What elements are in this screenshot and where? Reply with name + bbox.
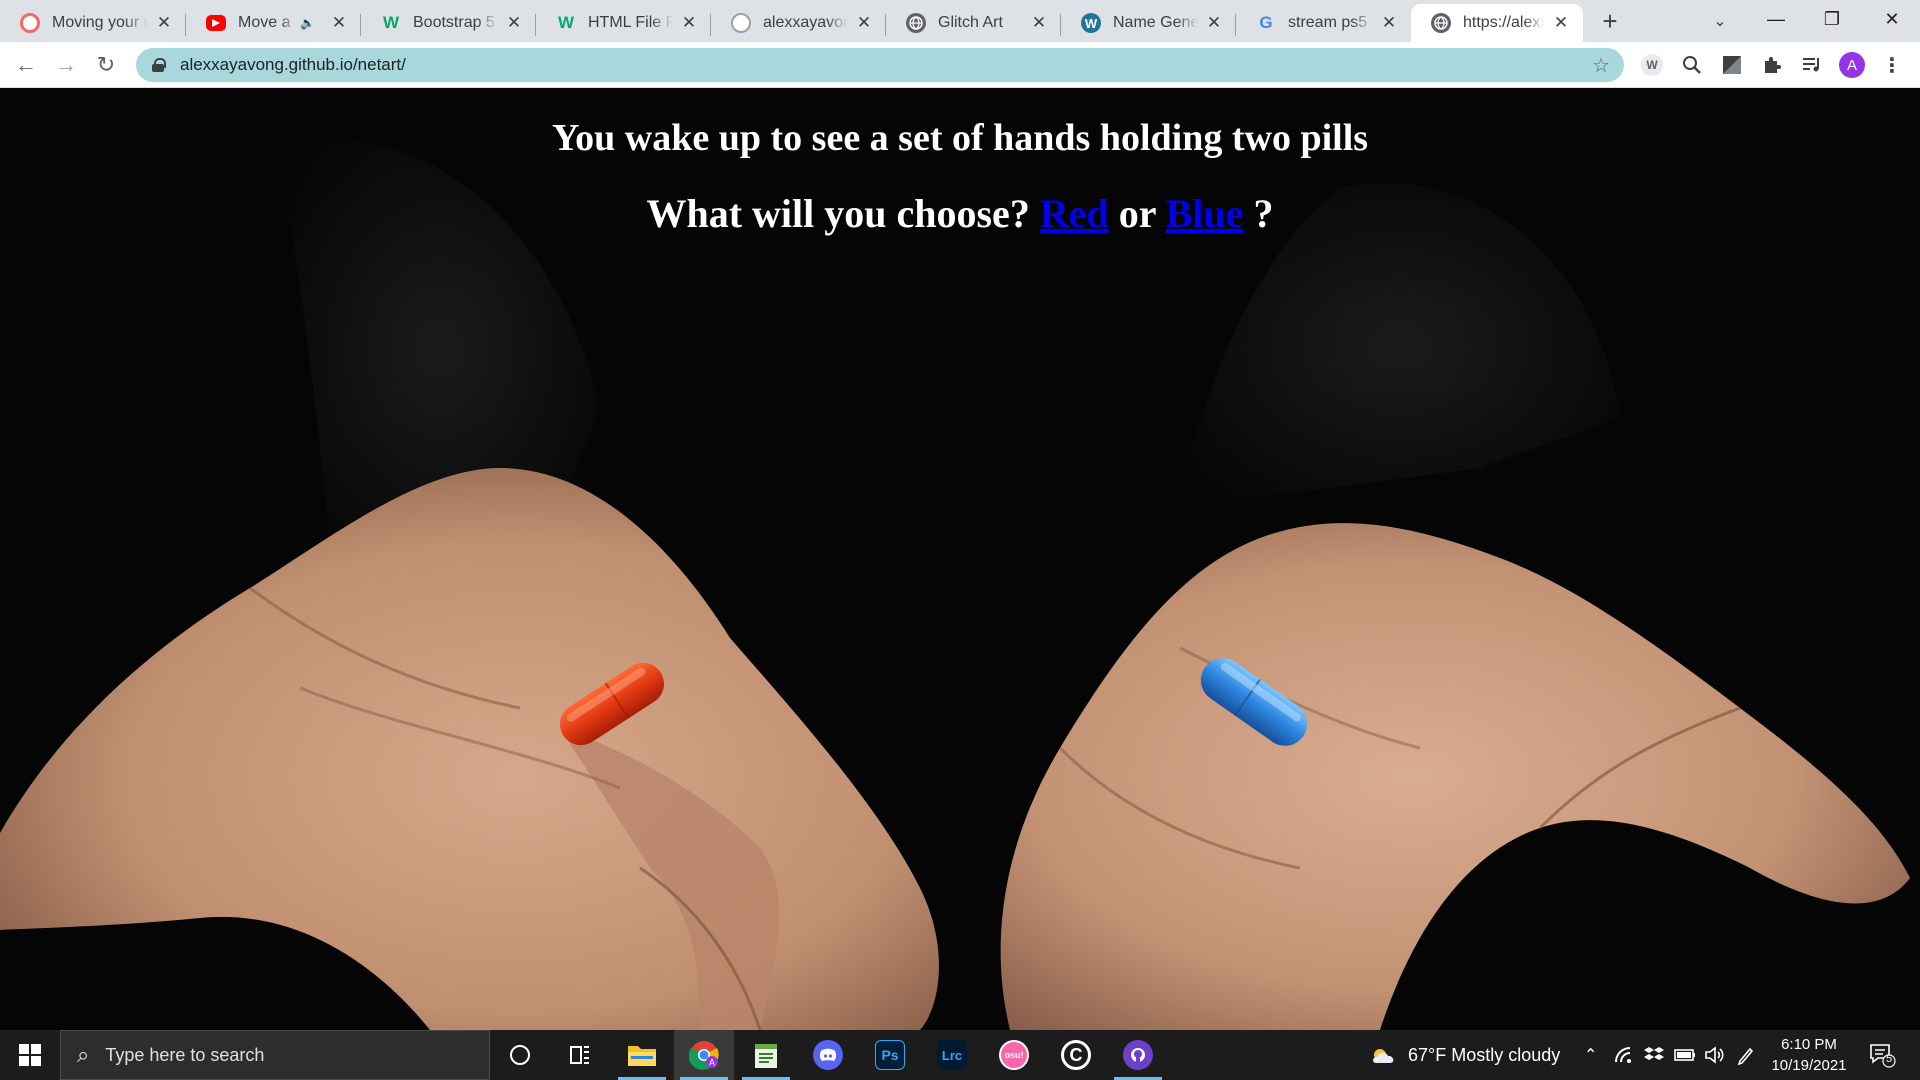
menu-kebab-icon[interactable]: ⋮	[1878, 51, 1906, 79]
task-view-icon[interactable]	[550, 1030, 610, 1080]
close-icon[interactable]: ✕	[1204, 13, 1224, 33]
lightroom-icon[interactable]: Lrc	[922, 1030, 982, 1080]
audio-icon[interactable]: 🔈	[300, 16, 315, 30]
cortana-icon[interactable]	[490, 1030, 550, 1080]
chrome-icon[interactable]: A	[674, 1030, 734, 1080]
notification-center-icon[interactable]: 5	[1868, 1030, 1896, 1080]
dropbox-icon[interactable]	[1644, 1030, 1664, 1080]
network-icon[interactable]	[1614, 1030, 1634, 1080]
svg-text:A: A	[709, 1058, 715, 1068]
search-placeholder: Type here to search	[105, 1044, 265, 1065]
story-heading: You wake up to see a set of hands holdin…	[551, 117, 1369, 159]
discord-icon[interactable]	[798, 1030, 858, 1080]
back-icon[interactable]: ←	[10, 49, 42, 81]
battery-icon[interactable]	[1674, 1030, 1696, 1080]
notification-count: 5	[1885, 1053, 1893, 1065]
c-app-icon[interactable]: C	[1046, 1030, 1106, 1080]
photoshop-icon[interactable]: Ps	[860, 1030, 920, 1080]
asana-icon	[20, 13, 40, 33]
restore-icon[interactable]: ❐	[1804, 0, 1860, 38]
close-icon[interactable]: ✕	[679, 13, 699, 33]
browser-toolbar: ← → ↻ alexxayavong.github.io/netart/ ☆ W…	[0, 42, 1920, 88]
tab-bootstrap[interactable]: W Bootstrap 5 G ✕	[361, 4, 536, 42]
windows-taskbar: ⌕ Type here to search A Ps Lrc osu! C 67	[0, 1030, 1920, 1080]
taskbar-search-box[interactable]: ⌕ Type here to search	[60, 1030, 490, 1080]
notepad-icon[interactable]	[736, 1030, 796, 1080]
github-icon	[731, 13, 751, 33]
search-extension-icon[interactable]	[1678, 51, 1706, 79]
github-desktop-icon[interactable]	[1108, 1030, 1168, 1080]
tab-glitch-art[interactable]: Glitch Art ✕	[886, 4, 1061, 42]
extensions-puzzle-icon[interactable]	[1758, 51, 1786, 79]
tab-title: Moving your r	[52, 14, 148, 31]
new-tab-button[interactable]: +	[1596, 8, 1624, 36]
tab-strip: Moving your r ✕ Move a pr 🔈 ✕ W Bootstra…	[0, 0, 1920, 42]
choice-question: What will you choose?	[646, 191, 1030, 236]
blue-pill-link[interactable]: Blue	[1166, 191, 1244, 236]
tab-youtube[interactable]: Move a pr 🔈 ✕	[186, 4, 361, 42]
clock-date: 10/19/2021	[1771, 1057, 1847, 1074]
close-icon[interactable]: ✕	[1379, 13, 1399, 33]
show-hidden-icons-chevron-icon[interactable]: ⌃	[1584, 1030, 1597, 1080]
close-window-icon[interactable]: ✕	[1864, 0, 1920, 38]
volume-icon[interactable]	[1704, 1030, 1726, 1080]
osu-icon[interactable]: osu!	[984, 1030, 1044, 1080]
close-icon[interactable]: ✕	[154, 13, 174, 33]
tab-title: HTML File Patl	[588, 14, 673, 31]
taskbar-clock[interactable]: 6:10 PM 10/19/2021	[1760, 1034, 1858, 1076]
close-icon[interactable]: ✕	[854, 13, 874, 33]
tab-title: stream ps5 or	[1288, 14, 1373, 31]
close-icon[interactable]: ✕	[1029, 13, 1049, 33]
wordpress-icon: W	[1081, 13, 1101, 33]
tab-title: Move a pr	[238, 14, 296, 31]
minimize-icon[interactable]: —	[1748, 0, 1804, 38]
tab-title: Glitch Art	[938, 14, 1003, 31]
red-pill-link[interactable]: Red	[1040, 191, 1109, 236]
forward-icon[interactable]: →	[50, 49, 82, 81]
choice-prompt: What will you choose? Red or Blue ?	[0, 190, 1920, 237]
globe-icon	[1431, 13, 1451, 33]
windows-start-button[interactable]	[0, 1030, 60, 1080]
globe-icon	[906, 13, 926, 33]
tab-netart-active[interactable]: https://alexxa ✕	[1411, 4, 1583, 42]
profile-avatar[interactable]: A	[1838, 51, 1866, 79]
question-mark: ?	[1253, 191, 1274, 236]
weather-widget[interactable]: 67°F Mostly cloudy	[1370, 1030, 1560, 1080]
web-page: You wake up to see a set of hands holdin…	[0, 88, 1920, 1030]
tab-name-generator[interactable]: W Name Genera ✕	[1061, 4, 1236, 42]
media-queue-icon[interactable]	[1798, 51, 1826, 79]
tab-title: Name Genera	[1113, 14, 1198, 31]
pen-workspace-icon[interactable]	[1736, 1030, 1756, 1080]
w3schools-icon: W	[557, 13, 575, 32]
weather-text: 67°F Mostly cloudy	[1408, 1044, 1561, 1065]
tab-title: alexxayavong/	[763, 14, 848, 31]
tab-google-search[interactable]: G stream ps5 or ✕	[1236, 4, 1411, 42]
close-icon[interactable]: ✕	[504, 13, 524, 33]
windows-logo-icon	[19, 1044, 41, 1066]
close-icon[interactable]: ✕	[329, 13, 349, 33]
reload-icon[interactable]: ↻	[90, 49, 122, 81]
wikiwand-extension-icon[interactable]: W	[1638, 51, 1666, 79]
close-icon[interactable]: ✕	[1551, 13, 1571, 33]
dark-mode-extension-icon[interactable]	[1718, 51, 1746, 79]
tab-title: https://alexxa	[1463, 14, 1545, 31]
url-text[interactable]: alexxayavong.github.io/netart/	[180, 55, 406, 75]
cloud-icon	[1373, 1049, 1394, 1063]
clock-time: 6:10 PM	[1781, 1036, 1837, 1053]
address-bar[interactable]: alexxayavong.github.io/netart/ ☆	[136, 48, 1624, 82]
tab-title: Bootstrap 5 G	[413, 14, 498, 31]
youtube-icon	[206, 15, 226, 31]
tab-asana[interactable]: Moving your r ✕	[0, 4, 186, 42]
search-icon: ⌕	[77, 1042, 90, 1067]
bookmark-star-icon[interactable]: ☆	[1592, 53, 1610, 78]
tab-search-chevron-icon[interactable]: ⌄	[1706, 8, 1734, 36]
tab-github[interactable]: alexxayavong/ ✕	[711, 4, 886, 42]
file-explorer-icon[interactable]	[612, 1030, 672, 1080]
or-text: or	[1118, 191, 1156, 236]
lock-icon[interactable]	[152, 58, 166, 72]
google-icon: G	[1259, 13, 1273, 32]
w3schools-icon: W	[382, 13, 400, 32]
tab-html-file-path[interactable]: W HTML File Patl ✕	[536, 4, 711, 42]
